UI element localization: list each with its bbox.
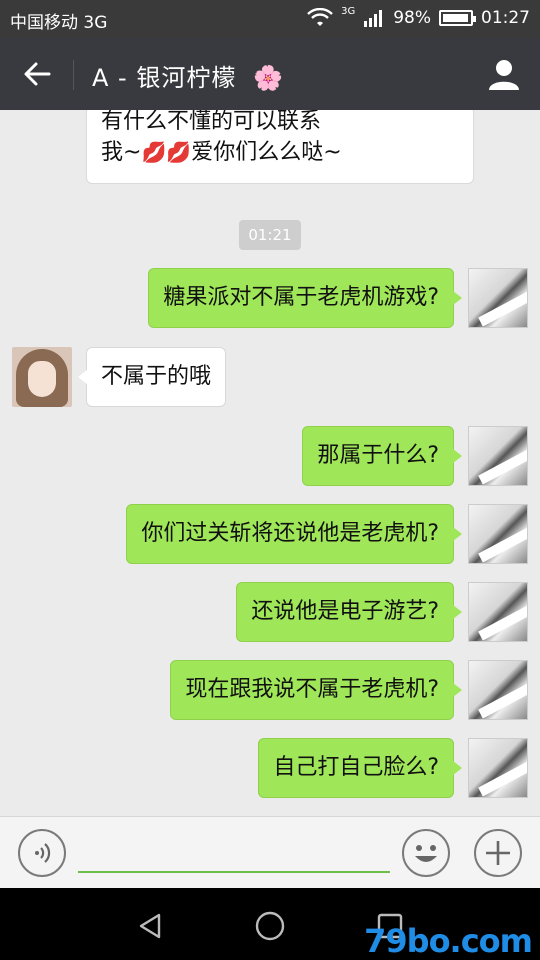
message-row: 现在跟我说不属于老虎机? bbox=[170, 660, 528, 720]
message-text: 爱你们么么哒~ bbox=[191, 140, 342, 165]
incoming-message-bubble[interactable]: 不属于的哦 bbox=[77, 347, 227, 407]
my-avatar[interactable] bbox=[468, 660, 528, 720]
chat-title-text: A - 银河柠檬 bbox=[92, 64, 237, 92]
emoji-button[interactable] bbox=[402, 829, 450, 877]
more-options-button[interactable] bbox=[474, 829, 522, 877]
message-text: 我~ bbox=[101, 140, 142, 165]
message-row: 自己打自己脸么? bbox=[258, 738, 528, 798]
avatar-face bbox=[28, 361, 56, 397]
status-right: 3G 98% 01:27 bbox=[307, 5, 530, 28]
nav-home-button[interactable] bbox=[250, 906, 290, 946]
message-row: 还说他是电子游艺? bbox=[236, 582, 528, 642]
my-avatar[interactable] bbox=[468, 582, 528, 642]
voice-icon bbox=[35, 843, 51, 863]
avatar-stripe bbox=[478, 447, 527, 485]
triangle-back-icon bbox=[139, 913, 161, 939]
nav-back-button[interactable] bbox=[130, 906, 170, 946]
smiley-icon bbox=[415, 845, 437, 862]
chat-area[interactable]: 有什么不懂的可以联系 我~💋💋爱你们么么哒~ 01:21 糖果派对不属于老虎机游… bbox=[0, 110, 540, 816]
clock: 01:27 bbox=[481, 8, 530, 28]
message-row: 糖果派对不属于老虎机游戏? bbox=[148, 268, 528, 328]
system-nav-bar: 79bo.com bbox=[0, 888, 540, 960]
network-type-label: 3G bbox=[341, 5, 356, 17]
avatar-stripe bbox=[478, 289, 527, 327]
avatar-stripe bbox=[478, 759, 527, 797]
message-row: 那属于什么? bbox=[302, 426, 528, 486]
outgoing-message-bubble[interactable]: 糖果派对不属于老虎机游戏? bbox=[148, 268, 462, 328]
my-avatar[interactable] bbox=[468, 268, 528, 328]
back-button[interactable] bbox=[14, 52, 60, 96]
my-avatar[interactable] bbox=[468, 504, 528, 564]
my-avatar[interactable] bbox=[468, 738, 528, 798]
carrier-label: 中国移动 3G bbox=[10, 13, 108, 33]
chat-title: A - 银河柠檬 🌸 bbox=[92, 58, 284, 93]
signal-icon bbox=[364, 10, 383, 27]
avatar-stripe bbox=[478, 603, 527, 641]
outgoing-message-bubble[interactable]: 你们过关斩将还说他是老虎机? bbox=[126, 504, 462, 564]
battery-icon bbox=[439, 10, 476, 26]
sakura-emoji-icon: 🌸 bbox=[252, 64, 284, 92]
person-icon bbox=[489, 60, 519, 90]
wifi-icon bbox=[307, 8, 333, 26]
voice-input-button[interactable] bbox=[18, 829, 66, 877]
watermark-text: 79bo.com bbox=[364, 922, 533, 960]
chat-info-button[interactable] bbox=[482, 52, 526, 96]
previous-message-bubble[interactable]: 有什么不懂的可以联系 我~💋💋爱你们么么哒~ bbox=[86, 110, 474, 184]
my-avatar[interactable] bbox=[468, 426, 528, 486]
back-arrow-icon bbox=[24, 62, 51, 86]
outgoing-message-bubble[interactable]: 那属于什么? bbox=[302, 426, 462, 486]
message-line: 有什么不懂的可以联系 bbox=[101, 110, 322, 134]
message-line: 我~💋💋爱你们么么哒~ bbox=[101, 137, 459, 168]
status-bar: 中国移动 3G 3G 98% 01:27 bbox=[0, 0, 540, 38]
chat-header: A - 银河柠檬 🌸 bbox=[0, 38, 540, 110]
battery-percent: 98% bbox=[393, 8, 431, 28]
header-divider bbox=[73, 60, 74, 90]
input-bar bbox=[0, 816, 540, 888]
plus-icon bbox=[486, 841, 510, 865]
kiss-emoji-icon: 💋💋 bbox=[141, 140, 192, 164]
message-timestamp: 01:21 bbox=[239, 220, 301, 250]
outgoing-message-bubble[interactable]: 现在跟我说不属于老虎机? bbox=[170, 660, 462, 720]
contact-avatar[interactable] bbox=[12, 347, 72, 407]
outgoing-message-bubble[interactable]: 自己打自己脸么? bbox=[258, 738, 462, 798]
circle-home-icon bbox=[255, 911, 285, 941]
message-row: 不属于的哦 bbox=[12, 347, 227, 407]
avatar-stripe bbox=[478, 525, 527, 563]
outgoing-message-bubble[interactable]: 还说他是电子游艺? bbox=[236, 582, 462, 642]
message-row: 你们过关斩将还说他是老虎机? bbox=[126, 504, 528, 564]
battery-fill bbox=[443, 14, 469, 22]
avatar-stripe bbox=[478, 681, 527, 719]
message-input[interactable] bbox=[78, 839, 390, 873]
